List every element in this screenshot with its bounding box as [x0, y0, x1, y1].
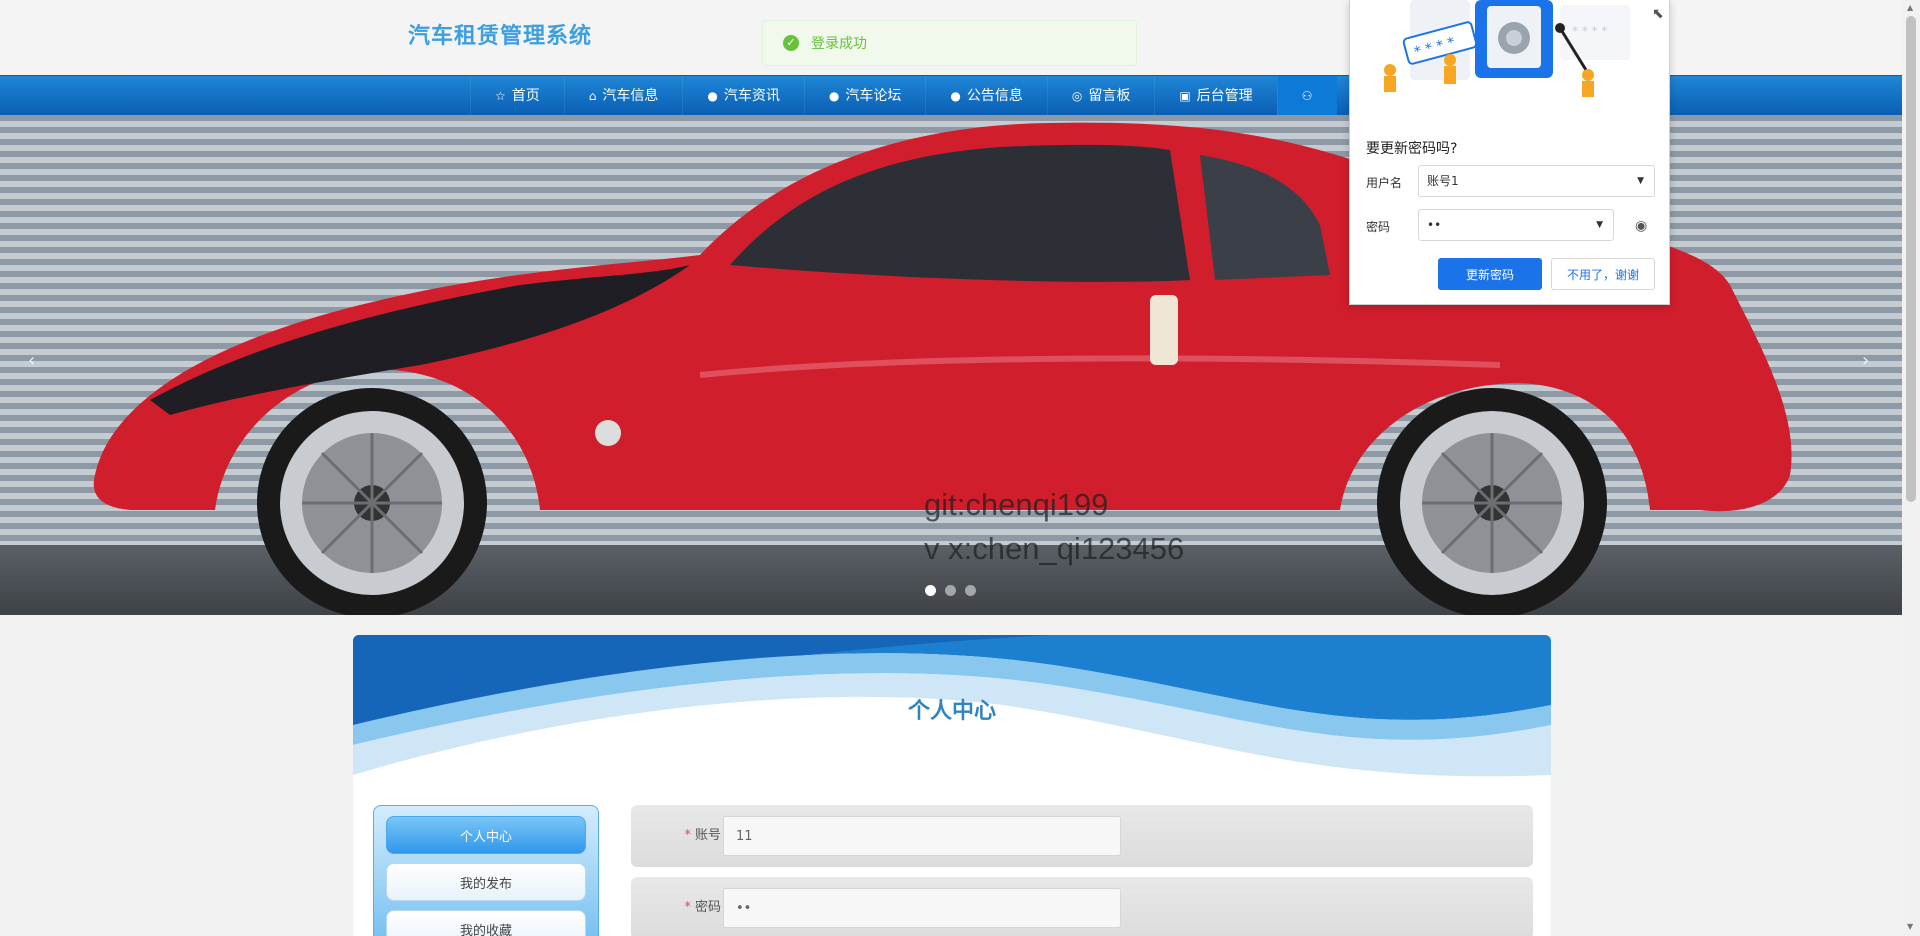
nav-item-car-forum[interactable]: ● 汽车论坛	[803, 76, 925, 116]
nav-item-car-info[interactable]: ⌂ 汽车信息	[563, 76, 683, 116]
password-value: ••	[1427, 218, 1442, 232]
password-row: * 密码	[631, 877, 1533, 936]
nav-item-label: 首页	[511, 88, 540, 104]
scroll-up-icon[interactable]: ▲	[1907, 3, 1913, 12]
nav-item-home[interactable]: ☆ 首页	[470, 76, 564, 116]
carousel-prev-arrow[interactable]: ‹	[28, 350, 35, 371]
check-circle-icon: ✓	[783, 35, 799, 51]
side-menu: 个人中心 我的发布 我的收藏	[373, 805, 599, 936]
scroll-down-icon[interactable]: ▼	[1907, 922, 1913, 931]
menu-personal-center[interactable]: 个人中心	[386, 816, 586, 854]
chevron-down-icon: ▼	[1637, 176, 1644, 186]
update-password-popup: * * * * * * * * ⬉ 要更新密码吗? 用户名 账号1 ▼ 密码 •…	[1349, 0, 1670, 305]
chevron-down-icon: ▼	[1596, 220, 1603, 230]
password-label: * 密码	[684, 900, 721, 915]
account-label: * 账号	[684, 828, 721, 843]
menu-my-posts[interactable]: 我的发布	[386, 863, 586, 901]
nav-item-car-news[interactable]: ● 汽车资讯	[682, 76, 803, 116]
account-row: * 账号	[631, 805, 1533, 867]
nav-item-admin[interactable]: ▣ 后台管理	[1154, 76, 1276, 116]
nav-item-label: 留言板	[1088, 88, 1131, 104]
personal-center-panel: 个人中心 个人中心 我的发布 我的收藏 *账号 *密码	[353, 635, 1551, 936]
info-icon: ●	[950, 89, 961, 103]
nav-item-message-board[interactable]: ◎ 留言板	[1046, 76, 1154, 116]
user-icon: ⚇	[1301, 89, 1313, 103]
carousel-dot[interactable]	[945, 585, 956, 596]
no-thanks-button[interactable]: 不用了，谢谢	[1551, 258, 1655, 290]
password-input[interactable]	[723, 888, 1121, 928]
eye-icon[interactable]: ◉	[1635, 218, 1647, 234]
site-title: 汽车租赁管理系统	[408, 24, 593, 49]
page-scrollbar[interactable]: ▲ ▼	[1902, 0, 1920, 936]
svg-text:* * * *: * * * *	[1572, 24, 1607, 38]
toast-message: 登录成功	[811, 36, 867, 52]
bag-icon: ⌂	[588, 89, 597, 103]
carousel-indicators	[925, 585, 976, 596]
account-input[interactable]	[723, 816, 1121, 856]
cursor-pointer-icon: ⬉	[1652, 6, 1664, 22]
info-icon: ●	[707, 89, 718, 103]
username-label: 用户名	[1366, 176, 1403, 190]
nav-item-label: 后台管理	[1196, 88, 1253, 104]
update-password-question: 要更新密码吗?	[1366, 141, 1458, 157]
nav-item-label: 汽车信息	[602, 88, 659, 104]
admin-icon: ▣	[1179, 89, 1191, 103]
nav-item-label: 汽车资讯	[723, 88, 780, 104]
success-toast: ✓ 登录成功	[762, 20, 1137, 66]
nav-item-announcements[interactable]: ● 公告信息	[925, 76, 1046, 116]
password-select[interactable]: •• ▼	[1418, 209, 1614, 241]
carousel-next-arrow[interactable]: ›	[1862, 350, 1869, 371]
menu-my-favorites[interactable]: 我的收藏	[386, 910, 586, 936]
password-illustration: * * * * * * * *	[1384, 0, 1630, 97]
chat-icon: ◎	[1071, 89, 1083, 103]
nav-item-label: 公告信息	[966, 88, 1023, 104]
carousel-dot[interactable]	[925, 585, 936, 596]
password-label: 密码	[1366, 220, 1391, 234]
nav-item-user[interactable]: ⚇	[1276, 76, 1337, 116]
question-icon: ●	[828, 89, 840, 103]
scroll-thumb[interactable]	[1906, 16, 1916, 502]
banner-watermark-line2: v x:chen_qi123456	[924, 531, 1185, 566]
page-title: 个人中心	[907, 699, 996, 724]
username-select[interactable]: 账号1 ▼	[1418, 165, 1655, 197]
username-value: 账号1	[1427, 174, 1459, 188]
carousel-dot[interactable]	[965, 585, 976, 596]
banner-watermark-line1: git:chenqi199	[924, 487, 1109, 522]
star-icon: ☆	[495, 89, 506, 103]
nav-item-label: 汽车论坛	[845, 88, 902, 104]
update-password-button[interactable]: 更新密码	[1438, 258, 1542, 290]
